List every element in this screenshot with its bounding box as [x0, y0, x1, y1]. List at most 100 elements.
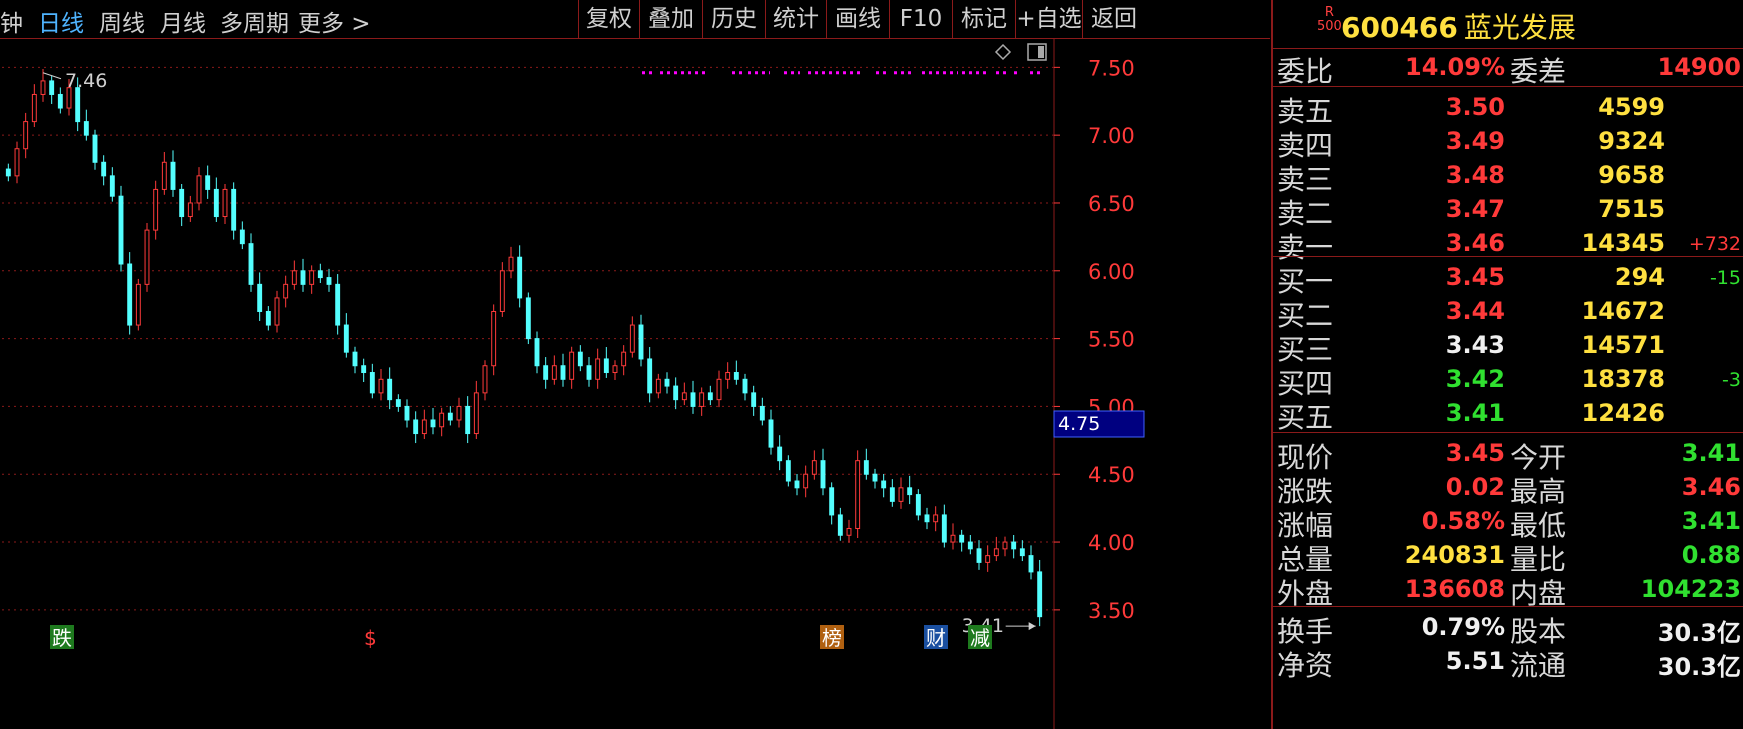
candlestick-chart[interactable]: 7.507.006.506.005.505.004.504.003.50 7.4… [0, 39, 1270, 729]
candle[interactable] [187, 195, 193, 222]
candle[interactable] [855, 450, 861, 538]
candle[interactable] [361, 358, 367, 383]
candle[interactable] [707, 385, 713, 406]
candle[interactable] [759, 397, 765, 426]
candle[interactable] [1011, 535, 1017, 559]
candle[interactable] [1037, 559, 1043, 627]
candle[interactable] [985, 545, 991, 572]
candle[interactable] [551, 355, 557, 385]
candle[interactable] [1002, 536, 1008, 557]
candle[interactable] [629, 316, 635, 358]
candle[interactable] [820, 448, 826, 496]
candle[interactable] [716, 370, 722, 408]
candle[interactable] [525, 292, 531, 345]
chart-layout-icon[interactable] [1027, 43, 1047, 61]
candle[interactable] [967, 535, 973, 555]
buy-level-row[interactable]: 买三 3.43 14571 [1273, 326, 1743, 366]
candle[interactable] [49, 75, 55, 104]
candle[interactable] [317, 263, 323, 283]
candle[interactable] [378, 368, 384, 401]
candle[interactable] [733, 360, 739, 385]
candle[interactable] [213, 177, 219, 222]
draw-line-button[interactable]: 画线 [826, 0, 889, 38]
candle[interactable] [664, 372, 670, 394]
add-watchlist-button[interactable]: +自选 [1015, 0, 1082, 38]
candle[interactable] [439, 407, 445, 437]
candle[interactable] [1028, 545, 1034, 580]
buy-level-row[interactable]: 买五 3.41 12426 [1273, 394, 1743, 434]
candle[interactable] [101, 155, 107, 186]
candle[interactable] [257, 272, 263, 321]
candle[interactable] [161, 151, 167, 195]
candle[interactable] [699, 387, 705, 416]
buy-level-row[interactable]: 买四 3.42 18378 -3 [1273, 360, 1743, 400]
candle[interactable] [248, 233, 254, 292]
candle[interactable] [915, 489, 921, 521]
candle[interactable] [603, 347, 609, 378]
candle[interactable] [309, 265, 315, 294]
candle[interactable] [898, 477, 904, 509]
tab-more[interactable]: 更多 > [298, 4, 371, 38]
candle[interactable] [725, 362, 731, 389]
marker-dollar[interactable]: $ [364, 626, 377, 650]
candle[interactable] [621, 345, 627, 376]
candle[interactable] [681, 382, 687, 406]
candle[interactable] [803, 465, 809, 498]
marker-ranking[interactable]: 榜 [820, 625, 844, 650]
candle[interactable] [144, 223, 150, 292]
overlay-button[interactable]: 叠加 [639, 0, 702, 38]
candle[interactable] [872, 468, 878, 489]
candle[interactable] [135, 278, 141, 331]
candle[interactable] [5, 163, 11, 182]
candle[interactable] [950, 523, 956, 550]
candle[interactable] [586, 357, 592, 387]
candle[interactable] [239, 221, 245, 250]
buy-level-row[interactable]: 买二 3.44 14672 [1273, 292, 1743, 332]
candle[interactable] [491, 304, 497, 376]
candle[interactable] [933, 506, 939, 532]
candle[interactable] [283, 275, 289, 308]
candle[interactable] [222, 183, 228, 224]
candle[interactable] [23, 112, 29, 159]
tab-weekly[interactable]: 周线 [99, 4, 145, 38]
candle[interactable] [577, 345, 583, 372]
tab-minute[interactable]: 钟 [0, 4, 23, 38]
candle[interactable] [837, 507, 843, 541]
f10-button[interactable]: F10 [889, 0, 952, 38]
candle[interactable] [560, 353, 566, 387]
candle[interactable] [569, 346, 575, 389]
candle[interactable] [647, 347, 653, 403]
candle[interactable] [326, 268, 332, 292]
candle[interactable] [794, 473, 800, 496]
candle[interactable] [785, 455, 791, 487]
tab-multi-period[interactable]: 多周期 [220, 4, 289, 38]
candle[interactable] [465, 396, 471, 444]
candle[interactable] [889, 479, 895, 507]
chart-settings-icon[interactable] [994, 43, 1012, 61]
candle[interactable] [404, 399, 410, 428]
candle[interactable] [768, 409, 774, 455]
candle[interactable] [413, 411, 419, 444]
candle[interactable] [811, 450, 817, 480]
sell-level-row[interactable]: 卖三 3.48 9658 [1273, 156, 1743, 196]
candle[interactable] [959, 529, 965, 552]
candle[interactable] [170, 150, 176, 197]
statistics-button[interactable]: 统计 [765, 0, 826, 38]
candle[interactable] [742, 373, 748, 401]
marker-financial[interactable]: 财 [924, 625, 948, 650]
candle[interactable] [274, 290, 280, 333]
candle[interactable] [179, 183, 185, 227]
candle[interactable] [517, 245, 523, 308]
fuquan-button[interactable]: 复权 [578, 0, 639, 38]
candle[interactable] [92, 129, 98, 170]
candle[interactable] [447, 406, 453, 426]
candle[interactable] [430, 408, 436, 435]
candle[interactable] [673, 377, 679, 410]
candle[interactable] [976, 540, 982, 570]
candle[interactable] [924, 507, 930, 530]
candle[interactable] [127, 252, 133, 335]
marker-drop[interactable]: 跌 [50, 625, 74, 650]
candle[interactable] [863, 448, 869, 480]
candle[interactable] [690, 380, 696, 414]
candle[interactable] [534, 331, 540, 374]
